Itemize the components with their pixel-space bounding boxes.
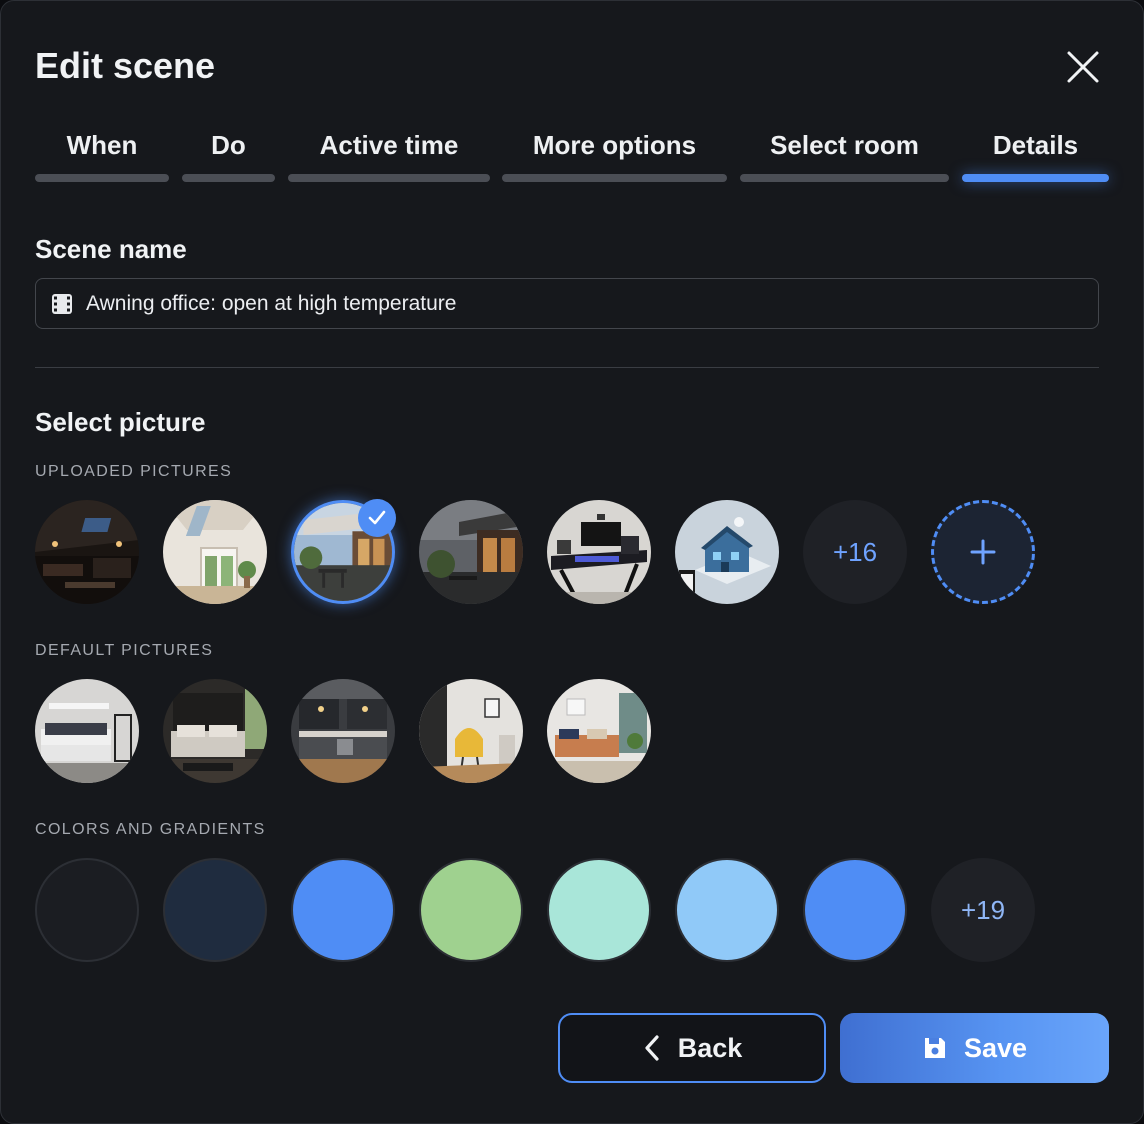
divider [35, 367, 1099, 368]
tab-label: Do [211, 130, 246, 160]
default-pictures-label: DEFAULT PICTURES [35, 642, 214, 659]
tab-indicator [288, 174, 490, 182]
scene-name-input[interactable] [86, 291, 1046, 316]
tab-indicator-active [962, 174, 1109, 182]
picture-reading-corner[interactable] [419, 679, 523, 783]
close-icon [1067, 51, 1099, 83]
picture-gaming-desk[interactable] [547, 500, 651, 604]
tab-label: More options [532, 130, 697, 160]
tab-label: When [66, 130, 138, 160]
picture-dark-living-room[interactable] [35, 500, 139, 604]
picture-kitchen[interactable] [291, 679, 395, 783]
tab-indicator [35, 174, 169, 182]
tab-details[interactable]: Details [962, 129, 1109, 185]
tab-indicator [740, 174, 949, 182]
picture-terrace-evening[interactable] [419, 500, 523, 604]
film-icon [52, 293, 72, 314]
tab-label: Active time [319, 130, 459, 160]
color-swatch-1[interactable] [35, 858, 139, 962]
back-button-label: Back [677, 1032, 743, 1063]
tab-label: Select room [770, 130, 919, 160]
selected-check-badge [358, 499, 396, 537]
tab-indicator [182, 174, 275, 182]
plus-icon [970, 539, 996, 565]
close-button[interactable] [1061, 45, 1105, 89]
save-button-label: Save [963, 1032, 1028, 1063]
edit-scene-dialog: Edit scene When Do Active time More opti… [0, 0, 1144, 1124]
save-button[interactable]: Save [840, 1013, 1109, 1083]
check-icon [368, 510, 386, 525]
more-colors-count: +19 [960, 894, 1006, 925]
picture-living-room[interactable] [547, 679, 651, 783]
tab-when[interactable]: When [35, 129, 169, 185]
picture-bright-hallway[interactable] [163, 500, 267, 604]
picture-dark-bedroom[interactable] [163, 679, 267, 783]
tab-more-options[interactable]: More options [502, 129, 727, 185]
more-uploaded-count: +16 [832, 536, 878, 567]
color-swatch-4[interactable] [419, 858, 523, 962]
tab-active-time[interactable]: Active time [288, 129, 490, 185]
more-uploaded-button[interactable]: +16 [803, 500, 907, 604]
chevron-left-icon [645, 1035, 659, 1061]
color-swatch-6[interactable] [675, 858, 779, 962]
dialog-title: Edit scene [35, 45, 216, 86]
picture-white-bedroom[interactable] [35, 679, 139, 783]
tab-bar: When Do Active time More options Select … [35, 129, 1111, 185]
tab-select-room[interactable]: Select room [740, 129, 949, 185]
picture-awning-terrace-selected[interactable] [291, 499, 396, 604]
color-swatch-7[interactable] [803, 858, 907, 962]
select-picture-title: Select picture [35, 407, 206, 437]
scene-name-field[interactable] [35, 278, 1099, 329]
add-picture-button[interactable] [931, 500, 1035, 604]
back-button[interactable]: Back [558, 1013, 826, 1083]
tab-indicator [502, 174, 727, 182]
colors-gradients-label: COLORS AND GRADIENTS [35, 821, 266, 838]
color-swatch-3[interactable] [291, 858, 395, 962]
picture-smart-house-model[interactable] [675, 500, 779, 604]
color-swatch-2[interactable] [163, 858, 267, 962]
floppy-disk-icon [924, 1038, 945, 1058]
tab-do[interactable]: Do [182, 129, 275, 185]
tab-label: Details [992, 130, 1079, 160]
scene-name-label: Scene name [35, 234, 187, 264]
color-swatch-5[interactable] [547, 858, 651, 962]
uploaded-pictures-label: UPLOADED PICTURES [35, 463, 233, 480]
more-colors-button[interactable]: +19 [931, 858, 1035, 962]
